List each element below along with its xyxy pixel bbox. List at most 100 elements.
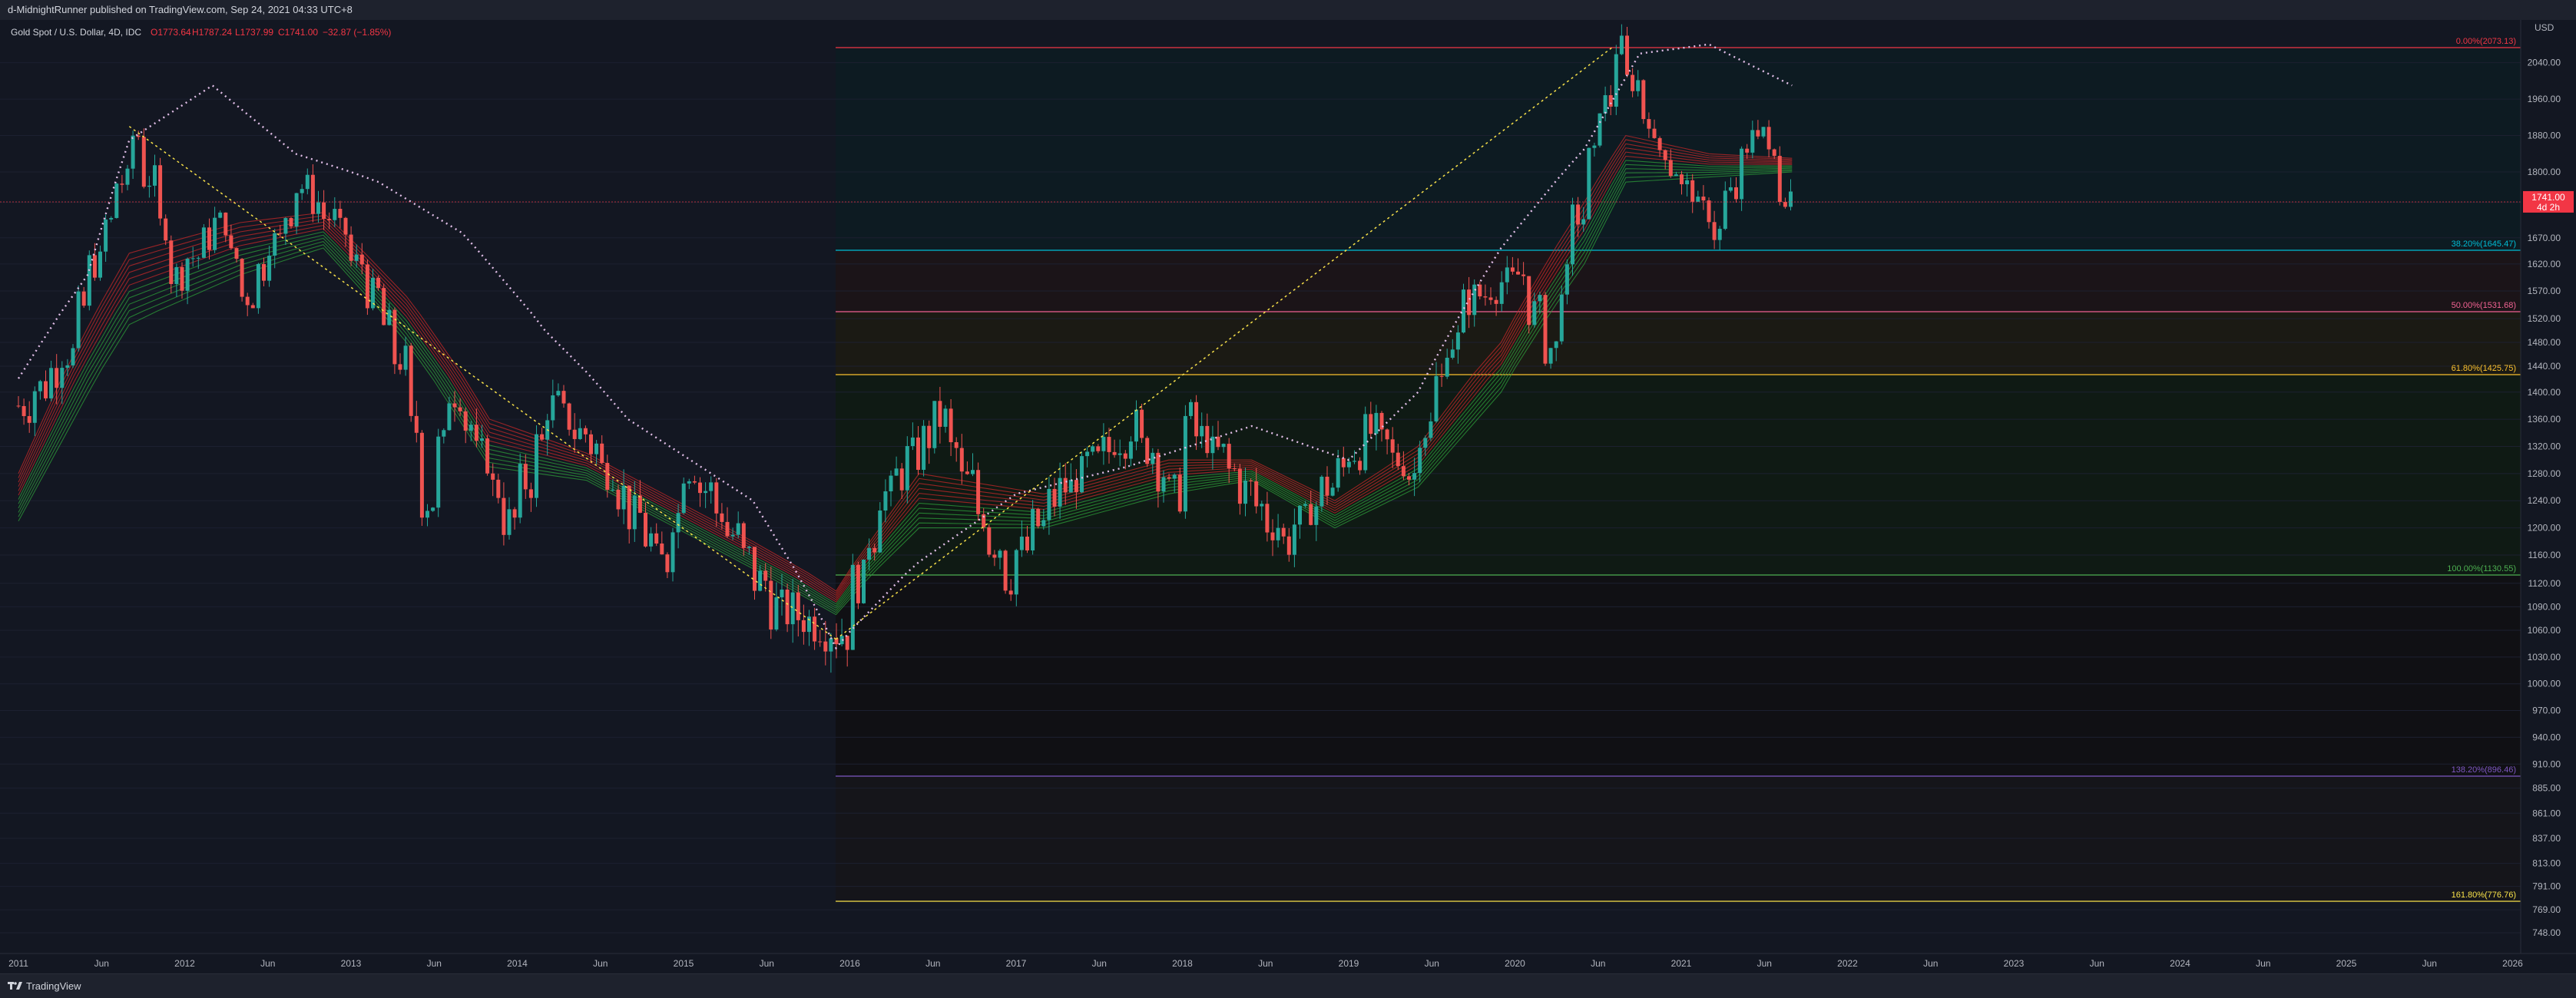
- y-tick-label: 1570.00: [2528, 286, 2561, 296]
- candle-body: [1576, 204, 1581, 225]
- candle-body: [1674, 174, 1678, 177]
- candle-body: [338, 209, 343, 218]
- candle-body: [1298, 505, 1302, 525]
- candle-body: [741, 523, 746, 548]
- candle-body: [878, 511, 882, 553]
- candle-body: [87, 255, 91, 306]
- candle-body: [551, 395, 555, 421]
- candle-body: [1074, 480, 1078, 493]
- x-tick-label: 2019: [1339, 958, 1359, 969]
- candle-body: [561, 391, 566, 404]
- candle-body: [1309, 504, 1313, 525]
- candle-body: [1401, 466, 1406, 477]
- candle-body: [359, 254, 364, 265]
- candle-body: [971, 470, 975, 474]
- candle-body: [496, 479, 501, 498]
- candle-body: [1358, 461, 1362, 471]
- candle-body: [1777, 156, 1782, 203]
- candle-body: [1237, 468, 1242, 504]
- candle-body: [1008, 590, 1013, 595]
- candle-body: [283, 218, 288, 234]
- candle-body: [801, 620, 806, 633]
- candle-body: [736, 523, 740, 535]
- y-tick-label: 748.00: [2532, 927, 2561, 938]
- candle-body: [1112, 451, 1117, 455]
- candle-body: [169, 240, 174, 284]
- candle-body: [1657, 137, 1662, 150]
- y-tick-label: 1800.00: [2528, 167, 2561, 177]
- publisher-bar: d-MidnightRunner published on TradingVie…: [0, 0, 2576, 21]
- candle-body: [1521, 274, 1526, 276]
- x-tick-label: 2026: [2502, 958, 2523, 969]
- y-tick-label: 1960.00: [2528, 94, 2561, 104]
- candle-body: [709, 482, 714, 491]
- candle-body: [213, 217, 217, 250]
- candle-body: [1462, 289, 1465, 333]
- candle-body: [234, 248, 239, 259]
- x-tick-label: Jun: [1425, 958, 1439, 969]
- candle-body: [354, 254, 359, 261]
- x-tick-label: Jun: [760, 958, 774, 969]
- x-tick-label: Jun: [2422, 958, 2437, 969]
- candle-body: [1232, 468, 1237, 470]
- ohlc-high: H1787.24: [192, 27, 232, 38]
- candle-body: [916, 437, 920, 470]
- candle-body: [512, 509, 517, 518]
- candle-body: [556, 391, 561, 395]
- candle-body: [376, 277, 381, 289]
- ohlc-change: −32.87 (−1.85%): [323, 27, 391, 38]
- candle-body: [153, 165, 157, 186]
- candle-body: [1303, 504, 1308, 506]
- candle-body: [1488, 297, 1493, 300]
- candle-body: [649, 533, 654, 547]
- candle-body: [959, 448, 964, 472]
- fib-label: 50.00%(1531.68): [2452, 301, 2516, 310]
- x-tick-label: Jun: [94, 958, 109, 969]
- candle-body: [1701, 197, 1706, 201]
- candle-body: [627, 485, 631, 530]
- candle-body: [207, 227, 211, 250]
- candle-body: [431, 507, 435, 511]
- candle-body: [240, 259, 244, 297]
- candle-body: [1276, 527, 1280, 540]
- x-tick-label: Jun: [593, 958, 608, 969]
- candle-body: [616, 489, 621, 510]
- candle-body: [856, 564, 860, 603]
- candle-body: [1603, 94, 1608, 114]
- candle-body: [190, 258, 195, 259]
- price-chart[interactable]: 0.00%(2073.13) 38.20%(1645.47) 50.00%(1531…: [0, 20, 2576, 973]
- candle-body: [1455, 332, 1460, 350]
- candle-body: [38, 381, 42, 392]
- last-price-value: 1741.00: [2531, 192, 2565, 203]
- candle-body: [120, 183, 124, 185]
- candle-body: [447, 403, 452, 431]
- candle-body: [1723, 190, 1727, 230]
- candle-body: [676, 513, 680, 533]
- candle-body: [1123, 453, 1127, 459]
- candle-body: [414, 415, 419, 433]
- candle-body: [1096, 446, 1101, 451]
- candle-body: [1571, 204, 1574, 265]
- candle-body: [294, 193, 299, 226]
- candle-body: [883, 491, 888, 511]
- candle-body: [1783, 202, 1787, 207]
- ohlc-open: O1773.64: [151, 27, 191, 38]
- candle-body: [594, 443, 599, 454]
- candle-body: [49, 368, 54, 398]
- candle-body: [1292, 524, 1296, 555]
- candle-body: [1631, 74, 1635, 91]
- y-tick-label: 1620.00: [2528, 259, 2561, 269]
- x-tick-label: 2024: [2170, 958, 2190, 969]
- candle-body: [1374, 412, 1379, 435]
- candle-body: [1434, 375, 1439, 421]
- candle-body: [164, 218, 168, 241]
- candle-body: [185, 259, 190, 291]
- y-tick-label: 1880.00: [2528, 131, 2561, 141]
- candle-body: [578, 428, 582, 439]
- candle-body: [1025, 537, 1029, 550]
- candle-body: [92, 255, 97, 278]
- currency-label: USD: [2535, 22, 2554, 33]
- candle-body: [458, 407, 462, 411]
- candle-body: [1772, 149, 1776, 157]
- candle-body: [1341, 458, 1346, 468]
